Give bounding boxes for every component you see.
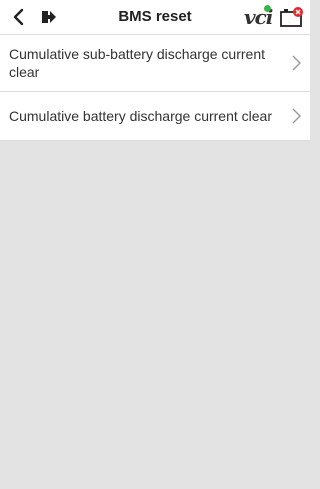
header-bar: BMS reset vci [0, 0, 310, 34]
menu-item-label: Cumulative battery discharge current cle… [9, 108, 273, 124]
battery-alert-icon [280, 7, 303, 27]
menu-item-label: Cumulative sub-battery discharge current… [9, 46, 266, 80]
menu-item-sub-battery-discharge-clear[interactable]: Cumulative sub-battery discharge current… [0, 34, 310, 91]
vci-status[interactable]: vci [244, 3, 274, 31]
chevron-right-icon [292, 55, 301, 71]
vci-connected-indicator [264, 5, 271, 12]
menu-item-battery-discharge-clear[interactable]: Cumulative battery discharge current cle… [0, 91, 310, 141]
battery-status[interactable] [278, 3, 306, 31]
menu-list: Cumulative sub-battery discharge current… [0, 34, 310, 141]
chevron-right-icon [292, 108, 301, 124]
